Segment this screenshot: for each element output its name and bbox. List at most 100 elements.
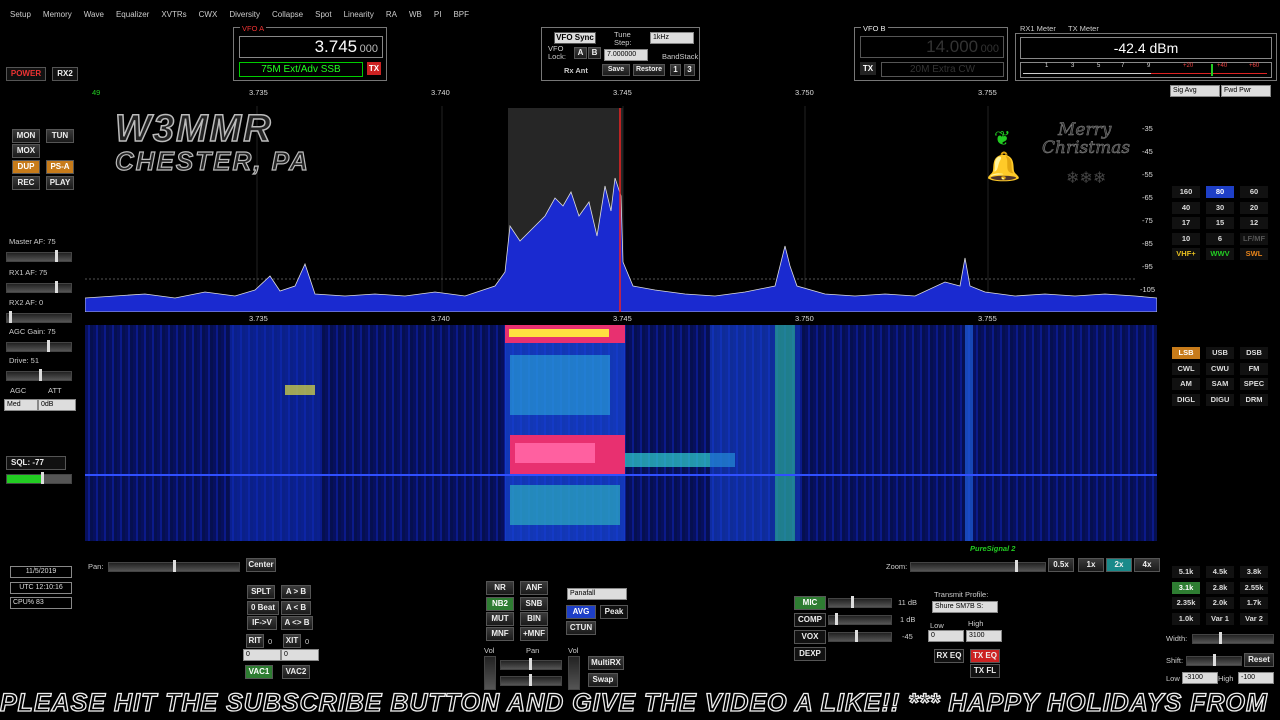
mode-button-lsb[interactable]: LSB: [1172, 347, 1200, 359]
filter-button-5-1k[interactable]: 5.1k: [1172, 566, 1200, 578]
filter-button-2-0k[interactable]: 2.0k: [1206, 597, 1234, 609]
multirx-button[interactable]: MultiRX: [588, 656, 624, 670]
mode-button-fm[interactable]: FM: [1240, 362, 1268, 375]
tx-low-input[interactable]: 0: [928, 630, 964, 642]
tx-fl-button[interactable]: TX FL: [970, 664, 1000, 678]
filter-button-1-0k[interactable]: 1.0k: [1172, 612, 1200, 625]
filter-high-input[interactable]: -100: [1238, 672, 1274, 684]
xit-button[interactable]: XIT: [283, 634, 301, 648]
menu-cwx[interactable]: CWX: [199, 10, 218, 19]
vac1-button[interactable]: VAC1: [245, 665, 273, 679]
band-button-lf-mf[interactable]: LF/MF: [1240, 232, 1268, 245]
bandstack-1-button[interactable]: 1: [670, 64, 681, 76]
mut-button[interactable]: MUT: [486, 612, 514, 626]
tx-high-input[interactable]: 3100: [966, 630, 1002, 642]
band-button-60[interactable]: 60: [1240, 186, 1268, 198]
zoom-slider[interactable]: [910, 560, 1046, 572]
save-button[interactable]: Save: [602, 64, 630, 76]
menu-ra[interactable]: RA: [386, 10, 397, 19]
band-button-wwv[interactable]: WWV: [1206, 248, 1234, 260]
vfo-b-tx-button[interactable]: TX: [860, 62, 876, 75]
power-button[interactable]: POWER: [6, 67, 46, 81]
menu-setup[interactable]: Setup: [10, 10, 31, 19]
width-slider[interactable]: [1192, 632, 1274, 644]
bin-button[interactable]: BIN: [520, 612, 548, 626]
filter-button-3-1k[interactable]: 3.1k: [1172, 581, 1200, 594]
vox-slider[interactable]: [828, 630, 892, 642]
comp-slider[interactable]: [828, 613, 892, 625]
filter-button-2-8k[interactable]: 2.8k: [1206, 581, 1234, 594]
menu-pi[interactable]: PI: [434, 10, 442, 19]
split-button[interactable]: SPLT: [247, 585, 275, 599]
mode-button-cwl[interactable]: CWL: [1172, 362, 1200, 375]
ctun-button[interactable]: CTUN: [566, 621, 596, 635]
menu-bpf[interactable]: BPF: [453, 10, 469, 19]
mode-button-sam[interactable]: SAM: [1206, 378, 1234, 390]
agc-gain-slider[interactable]: [6, 340, 72, 352]
play-button[interactable]: PLAY: [46, 176, 74, 190]
menu-xvtrs[interactable]: XVTRs: [161, 10, 186, 19]
menu-spot[interactable]: Spot: [315, 10, 331, 19]
filter-button-2-35k[interactable]: 2.35k: [1172, 597, 1200, 609]
menu-diversity[interactable]: Diversity: [229, 10, 260, 19]
rx2-button[interactable]: RX2: [52, 67, 78, 81]
sql-button[interactable]: SQL: -77: [6, 456, 66, 470]
shift-reset-button[interactable]: Reset: [1244, 653, 1274, 667]
mode-button-spec[interactable]: SPEC: [1240, 378, 1268, 390]
mox-button[interactable]: MOX: [12, 144, 40, 158]
xit-input[interactable]: 0: [281, 649, 319, 661]
mnf-button[interactable]: MNF: [486, 627, 514, 641]
lock-a-button[interactable]: A: [574, 47, 587, 59]
filter-low-input[interactable]: -3100: [1182, 672, 1218, 684]
nb2-button[interactable]: NB2: [486, 597, 514, 611]
b-to-a-button[interactable]: A < B: [281, 601, 311, 615]
pan-slider[interactable]: [108, 560, 240, 572]
band-button-160[interactable]: 160: [1172, 186, 1200, 198]
rx-eq-button[interactable]: RX EQ: [934, 649, 964, 663]
shift-slider[interactable]: [1186, 654, 1242, 666]
filter-button-2-55k[interactable]: 2.55k: [1240, 581, 1268, 594]
menu-equalizer[interactable]: Equalizer: [116, 10, 149, 19]
vfo-b-display[interactable]: 14.000 000: [860, 36, 1004, 58]
mode-button-usb[interactable]: USB: [1206, 347, 1234, 359]
lock-b-button[interactable]: B: [588, 47, 601, 59]
avg-button[interactable]: AVG: [566, 605, 596, 619]
mode-button-cwu[interactable]: CWU: [1206, 362, 1234, 375]
zoom-2x-button[interactable]: 2x: [1106, 558, 1132, 572]
subrx-vol-slider[interactable]: [568, 656, 580, 690]
swap-button[interactable]: Swap: [588, 673, 618, 687]
tune-step-select[interactable]: 1kHz: [650, 32, 694, 44]
band-button-17[interactable]: 17: [1172, 217, 1200, 229]
menu-collapse[interactable]: Collapse: [272, 10, 303, 19]
swap-ab-button[interactable]: A <> B: [281, 616, 313, 630]
mon-button[interactable]: MON: [12, 129, 40, 143]
zoom-1x-button[interactable]: 1x: [1078, 558, 1104, 572]
panadapter[interactable]: W3MMR CHESTER, PA 🔔 ❦ Merry Christmas ❄❄…: [85, 86, 1157, 312]
band-button-20[interactable]: 20: [1240, 201, 1268, 214]
sql-slider[interactable]: [6, 472, 72, 484]
band-button-10[interactable]: 10: [1172, 232, 1200, 245]
center-button[interactable]: Center: [246, 558, 276, 572]
filter-button-4-5k[interactable]: 4.5k: [1206, 566, 1234, 578]
transmit-profile-select[interactable]: Shure SM7B S:: [932, 601, 998, 613]
peak-button[interactable]: Peak: [600, 605, 628, 619]
rit-input[interactable]: 0: [243, 649, 281, 661]
menu-wb[interactable]: WB: [409, 10, 422, 19]
agc-select[interactable]: Med: [4, 399, 38, 411]
snb-button[interactable]: SNB: [520, 597, 548, 611]
band-button-12[interactable]: 12: [1240, 217, 1268, 229]
menu-memory[interactable]: Memory: [43, 10, 72, 19]
mode-button-dsb[interactable]: DSB: [1240, 347, 1268, 359]
display-mode-select[interactable]: Panafall: [567, 588, 627, 600]
mode-button-digu[interactable]: DIGU: [1206, 393, 1234, 406]
vox-button[interactable]: VOX: [794, 630, 826, 644]
dup-button[interactable]: DUP: [12, 160, 40, 174]
mic-button[interactable]: MIC: [794, 596, 826, 610]
rx1-af-slider[interactable]: [6, 281, 72, 293]
band-button-vhf-[interactable]: VHF+: [1172, 248, 1200, 260]
mic-slider[interactable]: [828, 596, 892, 608]
zoom-0-5x-button[interactable]: 0.5x: [1048, 558, 1074, 572]
menu-linearity[interactable]: Linearity: [344, 10, 374, 19]
band-button-30[interactable]: 30: [1206, 201, 1234, 214]
vfo-sync-button[interactable]: VFO Sync: [554, 32, 596, 44]
